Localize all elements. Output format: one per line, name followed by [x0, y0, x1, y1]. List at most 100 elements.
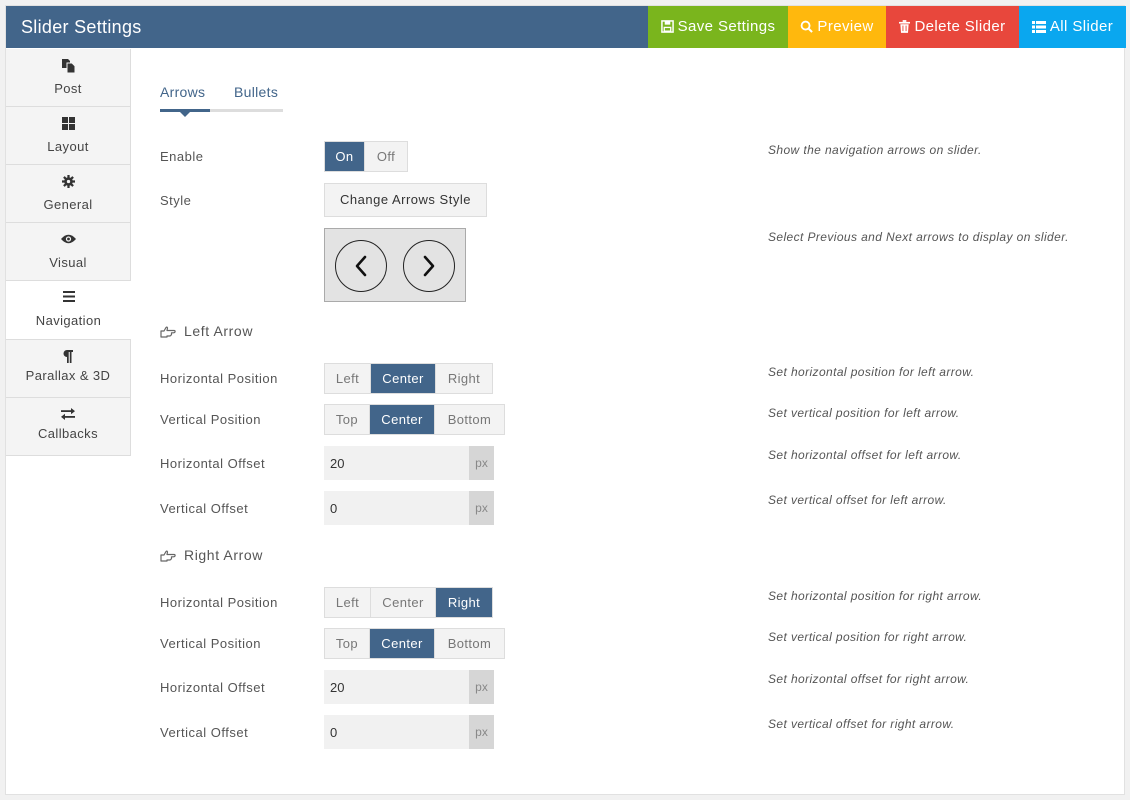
eye-icon — [60, 234, 76, 244]
left-hpos-label: Horizontal Position — [160, 371, 278, 386]
bars-icon — [62, 291, 75, 302]
right-voff-field: px — [324, 715, 494, 749]
left-hpos-center-option[interactable]: Center — [371, 364, 436, 393]
enable-toggle: On Off — [324, 141, 408, 172]
left-arrow-heading: Left Arrow — [160, 323, 253, 339]
left-hpos-right-option[interactable]: Right — [436, 364, 492, 393]
trash-icon — [899, 20, 911, 33]
sidebar-item-label: Navigation — [35, 313, 102, 328]
left-hpos-description: Set horizontal position for left arrow. — [768, 365, 975, 379]
delete-slider-label: Delete Slider — [914, 18, 1006, 35]
sidebar-item-general[interactable]: General — [6, 165, 131, 223]
right-voff-input[interactable] — [324, 715, 469, 749]
preview-label: Preview — [817, 18, 874, 35]
all-slider-button[interactable]: All Slider — [1019, 6, 1126, 48]
sidebar-item-label: Layout — [47, 139, 89, 154]
right-arrow-heading-text: Right Arrow — [184, 547, 263, 563]
chevron-right-icon — [423, 255, 435, 277]
right-hoff-input[interactable] — [324, 670, 469, 704]
left-vpos-selector: Top Center Bottom — [324, 404, 505, 435]
change-arrows-style-button[interactable]: Change Arrows Style — [324, 183, 487, 217]
right-vpos-selector: Top Center Bottom — [324, 628, 505, 659]
right-vpos-bottom-option[interactable]: Bottom — [435, 629, 504, 658]
enable-label: Enable — [160, 149, 204, 164]
list-icon — [1031, 21, 1046, 33]
right-hpos-right-option[interactable]: Right — [436, 588, 492, 617]
gear-icon — [61, 175, 75, 188]
chevron-left-icon — [355, 255, 367, 277]
left-voff-label: Vertical Offset — [160, 501, 249, 516]
sidebar-item-callbacks[interactable]: Callbacks — [6, 398, 131, 456]
left-voff-description: Set vertical offset for left arrow. — [768, 493, 947, 507]
left-hpos-selector: Left Center Right — [324, 363, 493, 394]
arrows-style-preview — [324, 228, 466, 302]
right-hpos-selector: Left Center Right — [324, 587, 493, 618]
floppy-icon — [660, 20, 674, 33]
tab-active-caret — [180, 112, 190, 117]
right-voff-label: Vertical Offset — [160, 725, 249, 740]
enable-on-option[interactable]: On — [325, 142, 365, 171]
tab-arrows[interactable]: Arrows — [160, 84, 205, 100]
sidebar-item-visual[interactable]: Visual — [6, 223, 131, 281]
settings-sidebar: Post Layout General Visual Navigation Pa… — [6, 49, 131, 456]
enable-description: Show the navigation arrows on slider. — [768, 143, 982, 157]
sidebar-item-layout[interactable]: Layout — [6, 107, 131, 165]
left-voff-field: px — [324, 491, 494, 525]
tab-bullets[interactable]: Bullets — [234, 84, 278, 100]
next-arrow-preview — [403, 240, 455, 292]
right-hpos-label: Horizontal Position — [160, 595, 278, 610]
sidebar-item-label: Callbacks — [38, 426, 98, 441]
right-hpos-left-option[interactable]: Left — [325, 588, 371, 617]
right-vpos-center-option[interactable]: Center — [370, 629, 435, 658]
search-icon — [801, 20, 814, 33]
previous-arrow-preview — [335, 240, 387, 292]
hand-pointer-icon — [160, 550, 176, 562]
sidebar-item-post[interactable]: Post — [6, 49, 131, 107]
left-voff-input[interactable] — [324, 491, 469, 525]
right-arrow-heading: Right Arrow — [160, 547, 263, 563]
right-vpos-top-option[interactable]: Top — [325, 629, 370, 658]
right-hpos-description: Set horizontal position for right arrow. — [768, 589, 983, 603]
sidebar-item-label: Post — [54, 81, 82, 96]
left-vpos-top-option[interactable]: Top — [325, 405, 370, 434]
header-bar: Slider Settings Save Settings Preview De… — [6, 6, 1126, 48]
left-vpos-bottom-option[interactable]: Bottom — [435, 405, 504, 434]
right-hoff-unit: px — [469, 670, 494, 704]
style-label: Style — [160, 193, 192, 208]
left-arrow-heading-text: Left Arrow — [184, 323, 254, 339]
right-voff-description: Set vertical offset for right arrow. — [768, 717, 955, 731]
right-hoff-description: Set horizontal offset for right arrow. — [768, 672, 970, 686]
sidebar-item-label: General — [43, 197, 93, 212]
grid-icon — [61, 117, 75, 130]
sidebar-item-label: Visual — [49, 255, 87, 270]
enable-off-option[interactable]: Off — [365, 142, 407, 171]
right-hoff-label: Horizontal Offset — [160, 680, 266, 695]
left-vpos-center-option[interactable]: Center — [370, 405, 435, 434]
right-vpos-description: Set vertical position for right arrow. — [768, 630, 968, 644]
preview-button[interactable]: Preview — [788, 6, 886, 48]
left-voff-unit: px — [469, 491, 494, 525]
left-hoff-input[interactable] — [324, 446, 469, 480]
page-title: Slider Settings — [21, 17, 142, 37]
paragraph-icon — [63, 350, 73, 363]
right-hpos-center-option[interactable]: Center — [371, 588, 436, 617]
all-slider-label: All Slider — [1049, 18, 1114, 35]
hand-pointer-icon — [160, 326, 176, 338]
settings-panel: Slider Settings Save Settings Preview De… — [5, 5, 1126, 795]
left-vpos-description: Set vertical position for left arrow. — [768, 406, 960, 420]
left-hoff-description: Set horizontal offset for left arrow. — [768, 448, 962, 462]
right-vpos-label: Vertical Position — [160, 636, 261, 651]
save-settings-button[interactable]: Save Settings — [648, 6, 788, 48]
left-hoff-label: Horizontal Offset — [160, 456, 266, 471]
left-hoff-unit: px — [469, 446, 494, 480]
left-hoff-field: px — [324, 446, 494, 480]
sidebar-item-parallax[interactable]: Parallax & 3D — [6, 340, 131, 398]
left-hpos-left-option[interactable]: Left — [325, 364, 371, 393]
style-description: Select Previous and Next arrows to displ… — [768, 230, 1069, 244]
copy-icon — [61, 59, 75, 73]
sidebar-item-label: Parallax & 3D — [25, 368, 111, 383]
delete-slider-button[interactable]: Delete Slider — [886, 6, 1019, 48]
sidebar-item-navigation[interactable]: Navigation — [6, 281, 131, 340]
save-settings-label: Save Settings — [677, 18, 776, 35]
right-voff-unit: px — [469, 715, 494, 749]
